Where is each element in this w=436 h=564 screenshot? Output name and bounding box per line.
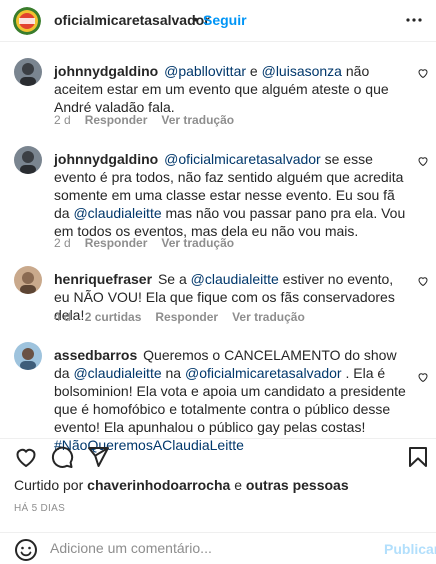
- liked-by-conjunction: e: [234, 477, 242, 493]
- commenter-username[interactable]: henriquefraser: [54, 271, 152, 287]
- publish-button[interactable]: Publicar: [384, 541, 436, 557]
- commenter-username[interactable]: assedbarros: [54, 347, 137, 363]
- post-header: oficialmicaretasalvador • Seguir: [0, 0, 436, 42]
- likes-count[interactable]: 2 curtidas: [85, 310, 142, 324]
- translate-button[interactable]: Ver tradução: [232, 310, 305, 324]
- emoji-icon[interactable]: [14, 538, 38, 562]
- mention-link[interactable]: @oficialmicaretasalvador: [185, 365, 342, 381]
- translate-button[interactable]: Ver tradução: [161, 113, 234, 127]
- like-heart-icon[interactable]: [417, 66, 429, 79]
- reply-button[interactable]: Responder: [85, 236, 148, 250]
- commenter-avatar[interactable]: [14, 266, 42, 294]
- comment-bubble-icon[interactable]: [50, 445, 74, 469]
- post-time[interactable]: HÁ 5 DIAS: [14, 503, 65, 514]
- translate-button[interactable]: Ver tradução: [161, 236, 234, 250]
- commenter-avatar[interactable]: [14, 146, 42, 174]
- comment-meta: 4 d 2 curtidas Responder Ver tradução: [54, 310, 305, 324]
- micareta-logo-icon: [13, 7, 41, 35]
- share-paper-plane-icon[interactable]: [86, 445, 110, 469]
- comment-meta: 2 d Responder Ver tradução: [54, 113, 234, 127]
- commenter-username[interactable]: johnnydgaldino: [54, 151, 158, 167]
- mention-link[interactable]: @oficialmicaretasalvador: [164, 151, 321, 167]
- mention-link[interactable]: @claudialeitte: [191, 271, 279, 287]
- follow-button[interactable]: Seguir: [203, 12, 247, 28]
- account-avatar[interactable]: [13, 7, 41, 35]
- comment-text: johnnydgaldino @oficialmicaretasalvador …: [54, 151, 406, 239]
- separator-dot: •: [193, 11, 198, 27]
- mention-link[interactable]: @luisasonza: [262, 63, 342, 79]
- comment-time: 2 d: [54, 113, 71, 127]
- liked-by-summary: Curtido por chaverinhodoarrocha e outras…: [14, 477, 349, 493]
- add-comment-input[interactable]: [50, 540, 370, 556]
- mention-link[interactable]: @pabllovittar: [164, 63, 246, 79]
- like-heart-icon[interactable]: [417, 154, 429, 167]
- liked-by-others[interactable]: outras pessoas: [246, 477, 349, 493]
- reply-button[interactable]: Responder: [85, 113, 148, 127]
- bookmark-icon[interactable]: [406, 445, 430, 469]
- commenter-avatar[interactable]: [14, 342, 42, 370]
- mention-link[interactable]: @claudialeitte: [73, 205, 161, 221]
- comment-meta: 2 d Responder Ver tradução: [54, 236, 234, 250]
- reply-button[interactable]: Responder: [155, 310, 218, 324]
- liked-by-user[interactable]: chaverinhodoarrocha: [87, 477, 230, 493]
- comment-time: 4 d: [54, 310, 71, 324]
- post-actions-bar: [0, 438, 436, 468]
- liked-by-prefix: Curtido por: [14, 477, 84, 493]
- comment-time: 2 d: [54, 236, 71, 250]
- like-heart-icon[interactable]: [14, 445, 38, 469]
- more-options-icon[interactable]: [404, 10, 424, 30]
- comment-text: johnnydgaldino @pabllovittar e @luisason…: [54, 63, 389, 115]
- account-username[interactable]: oficialmicaretasalvador: [54, 12, 210, 28]
- like-heart-icon[interactable]: [417, 370, 429, 383]
- commenter-avatar[interactable]: [14, 58, 42, 86]
- like-heart-icon[interactable]: [417, 274, 429, 287]
- mention-link[interactable]: @claudialeitte: [73, 365, 161, 381]
- commenter-username[interactable]: johnnydgaldino: [54, 63, 158, 79]
